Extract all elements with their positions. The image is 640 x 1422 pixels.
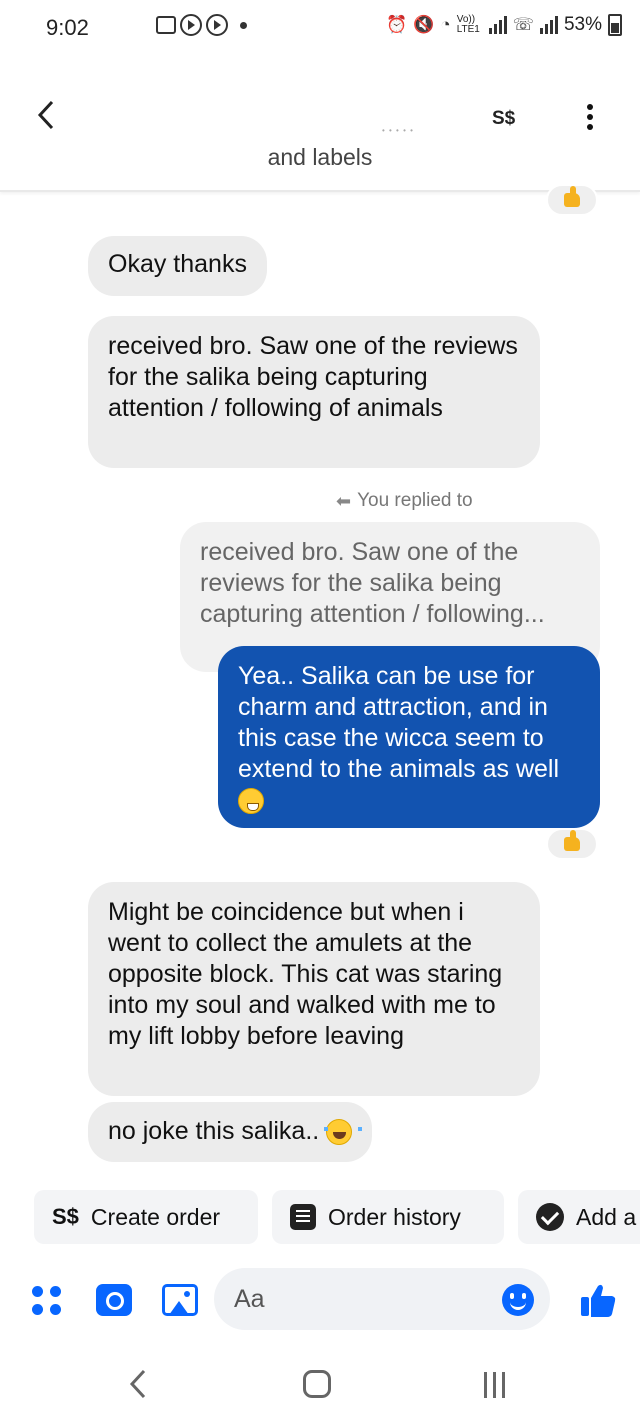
gallery-notification-icon	[156, 16, 176, 34]
quoted-text: received bro. Saw one of the reviews for…	[200, 538, 545, 628]
chat-header: • • • • • S$ and labels	[0, 56, 640, 192]
chevron-left-icon[interactable]	[30, 98, 64, 132]
create-order-button[interactable]: S$ Create order	[34, 1190, 258, 1244]
thumbs-up-icon[interactable]	[578, 1280, 618, 1320]
emoji-icon[interactable]	[502, 1284, 534, 1316]
wifi-calling-icon: ☏	[512, 15, 534, 34]
notification-icons	[100, 14, 247, 36]
currency-button[interactable]: S$	[492, 108, 515, 130]
message-composer	[0, 1262, 640, 1336]
reaction-badge[interactable]	[546, 184, 598, 216]
message-input[interactable]	[214, 1268, 550, 1330]
add-label-button[interactable]: Add a	[518, 1190, 640, 1244]
chip-label: Create order	[90, 1203, 221, 1230]
alarm-icon: ⏰	[386, 15, 408, 34]
currency-icon: S$	[52, 1204, 79, 1229]
message-incoming[interactable]: Might be coincidence but when i went to …	[88, 882, 540, 1096]
thumbs-up-icon	[564, 186, 580, 207]
check-circle-icon	[536, 1203, 564, 1231]
battery-icon	[608, 14, 622, 36]
tears-of-joy-icon	[324, 1119, 363, 1146]
wifi-icon: ◔	[440, 15, 451, 34]
signal-icon	[539, 16, 558, 34]
home-icon[interactable]	[303, 1370, 331, 1398]
message-outgoing[interactable]: Yea.. Salika can be use for charm and at…	[218, 646, 600, 828]
mute-icon: 🔇	[413, 15, 435, 34]
signal-icon	[488, 16, 507, 34]
more-notifications-icon	[240, 21, 247, 29]
chip-label: Order history	[328, 1203, 461, 1230]
status-bar: 9:02 ⏰ 🔇 ◔ Vo)) LTE1 ☏ 53%	[0, 0, 640, 56]
status-time: 9:02	[46, 15, 89, 40]
apps-icon[interactable]	[32, 1286, 64, 1318]
reply-indicator: ⬅ You replied to	[336, 490, 473, 512]
header-subtitle[interactable]: and labels	[0, 144, 640, 171]
play-notification-icon	[206, 14, 228, 36]
quick-actions-bar: S$ Create order Order history Add a	[0, 1188, 640, 1246]
back-nav-icon[interactable]	[126, 1368, 152, 1400]
system-nav-bar	[0, 1342, 640, 1422]
order-history-button[interactable]: Order history	[272, 1190, 504, 1244]
battery-percent: 53%	[563, 14, 602, 35]
recent-apps-icon[interactable]	[482, 1372, 508, 1398]
camera-icon[interactable]	[96, 1284, 132, 1316]
reply-arrow-icon: ⬅	[336, 490, 352, 511]
message-text: Okay thanks	[108, 250, 247, 278]
message-incoming[interactable]: received bro. Saw one of the reviews for…	[88, 316, 540, 468]
reaction-badge[interactable]	[546, 828, 598, 860]
redacted-name: • • • • •	[382, 126, 414, 135]
chip-label: Add a	[576, 1203, 637, 1230]
volte-label: Vo)) LTE1	[456, 14, 480, 35]
message-text: no joke this salika..	[108, 1117, 320, 1145]
thumbs-up-icon	[564, 830, 580, 851]
system-icons: ⏰ 🔇 ◔ Vo)) LTE1 ☏ 53%	[386, 14, 622, 36]
message-text: Might be coincidence but when i went to …	[108, 898, 503, 1050]
grinning-face-icon	[238, 788, 264, 815]
play-notification-icon	[180, 14, 202, 36]
reply-note-text: You replied to	[357, 490, 473, 511]
message-incoming[interactable]: no joke this salika..	[88, 1102, 373, 1162]
message-text: Yea.. Salika can be use for charm and at…	[238, 662, 560, 783]
photo-icon[interactable]	[162, 1284, 198, 1316]
list-icon	[290, 1204, 316, 1230]
message-text: received bro. Saw one of the reviews for…	[108, 332, 518, 422]
more-vertical-icon[interactable]	[580, 104, 600, 134]
message-incoming[interactable]: Okay thanks	[88, 236, 267, 296]
